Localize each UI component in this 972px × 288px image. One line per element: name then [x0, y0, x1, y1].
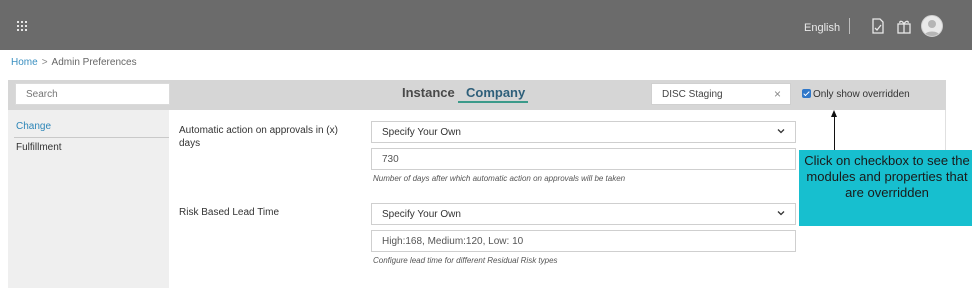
environment-value: DISC Staging	[662, 89, 723, 100]
language-selector[interactable]: English	[804, 22, 840, 34]
user-avatar-icon[interactable]	[921, 15, 943, 37]
clear-icon[interactable]: ×	[774, 87, 781, 101]
only-overridden-toggle[interactable]: Only show overridden	[802, 89, 910, 100]
gift-icon[interactable]	[895, 17, 913, 35]
only-overridden-checkbox[interactable]	[802, 89, 811, 98]
breadcrumb-home-link[interactable]: Home	[11, 57, 38, 68]
callout-pointer	[834, 115, 835, 151]
sidebar-item-fulfillment[interactable]: Fulfillment	[16, 142, 62, 153]
input-value: 730	[382, 154, 399, 165]
setting-label: Automatic action on approvals in (x) day…	[179, 125, 338, 149]
chevron-down-icon	[777, 129, 785, 134]
topbar-divider	[849, 18, 850, 34]
breadcrumb-current: Admin Preferences	[51, 57, 137, 68]
sidebar-item-change[interactable]: Change	[16, 121, 51, 132]
tab-instance[interactable]: Instance	[402, 85, 455, 100]
active-tab-indicator	[458, 101, 528, 103]
annotation-callout: Click on checkbox to see the modules and…	[799, 150, 972, 226]
content-border	[945, 110, 946, 150]
setting-value-input[interactable]: High:168, Medium:120, Low: 10	[371, 230, 796, 252]
setting-select[interactable]: Specify Your Own	[371, 203, 796, 225]
breadcrumb: Home > Admin Preferences	[11, 57, 137, 68]
select-value: Specify Your Own	[382, 209, 461, 220]
document-icon[interactable]	[869, 17, 887, 35]
setting-value-input[interactable]: 730	[371, 148, 796, 170]
setting-help-text: Number of days after which automatic act…	[373, 174, 626, 183]
setting-label: Risk Based Lead Time	[179, 207, 280, 218]
chevron-down-icon	[777, 211, 785, 216]
select-value: Specify Your Own	[382, 127, 461, 138]
setting-help-text: Configure lead time for different Residu…	[373, 256, 558, 265]
search-input[interactable]	[15, 83, 170, 105]
input-value: High:168, Medium:120, Low: 10	[382, 236, 524, 247]
setting-select[interactable]: Specify Your Own	[371, 121, 796, 143]
breadcrumb-separator: >	[41, 57, 48, 68]
tab-company[interactable]: Company	[466, 85, 525, 100]
sidebar-divider	[14, 137, 169, 138]
only-overridden-label: Only show overridden	[813, 89, 910, 100]
apps-grid-icon[interactable]	[17, 21, 29, 31]
environment-selector[interactable]: DISC Staging ×	[651, 83, 791, 105]
